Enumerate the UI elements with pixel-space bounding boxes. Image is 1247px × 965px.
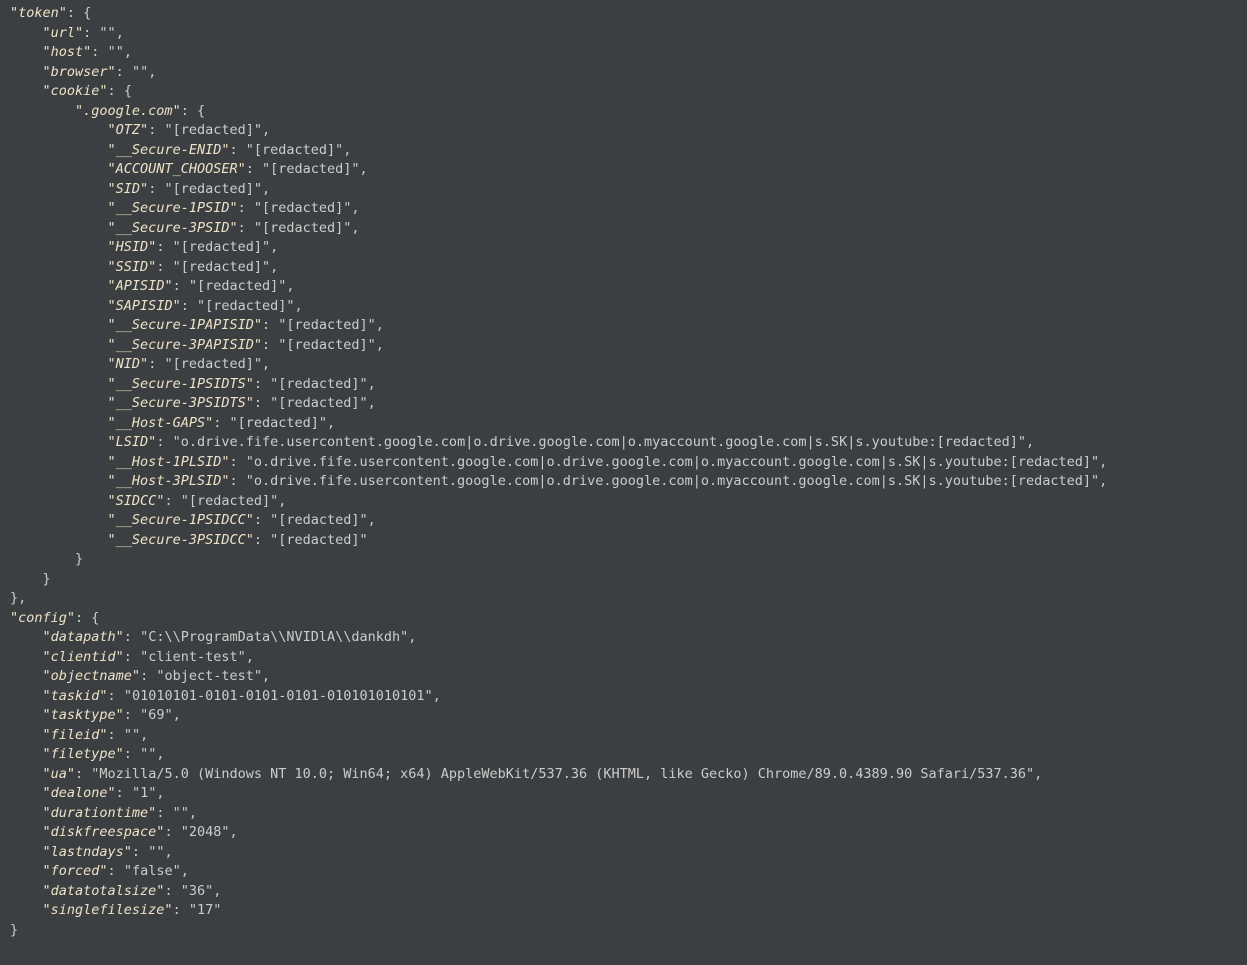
json-line: "lastndays": "", xyxy=(10,843,1237,863)
json-line: "__Secure-1PAPISID": "[redacted]", xyxy=(10,316,1237,336)
json-line: "browser": "", xyxy=(10,63,1237,83)
json-line: "SAPISID": "[redacted]", xyxy=(10,297,1237,317)
json-line: "singlefilesize": "17" xyxy=(10,901,1237,921)
json-config-open: "config": { xyxy=(10,609,1237,629)
json-line: "tasktype": "69", xyxy=(10,706,1237,726)
json-line: "HSID": "[redacted]", xyxy=(10,238,1237,258)
json-line: "objectname": "object-test", xyxy=(10,667,1237,687)
json-line: "__Secure-1PSIDCC": "[redacted]", xyxy=(10,511,1237,531)
json-line: "__Secure-3PSIDTS": "[redacted]", xyxy=(10,394,1237,414)
json-line: "__Secure-3PAPISID": "[redacted]", xyxy=(10,336,1237,356)
json-line: "__Secure-1PSID": "[redacted]", xyxy=(10,199,1237,219)
json-line: "__Secure-1PSIDTS": "[redacted]", xyxy=(10,375,1237,395)
json-line: "dealone": "1", xyxy=(10,784,1237,804)
json-line: "NID": "[redacted]", xyxy=(10,355,1237,375)
json-line: "SIDCC": "[redacted]", xyxy=(10,492,1237,512)
json-line: "url": "", xyxy=(10,24,1237,44)
json-token-open: "token": { xyxy=(10,4,1237,24)
json-line: "ua": "Mozilla/5.0 (Windows NT 10.0; Win… xyxy=(10,765,1237,785)
json-line: "OTZ": "[redacted]", xyxy=(10,121,1237,141)
json-token-close: }, xyxy=(10,589,1237,609)
json-line: "datapath": "C:\\ProgramData\\NVIDlA\\da… xyxy=(10,628,1237,648)
json-line: "fileid": "", xyxy=(10,726,1237,746)
json-config-close: } xyxy=(10,921,1237,941)
json-line: "taskid": "01010101-0101-0101-0101-01010… xyxy=(10,687,1237,707)
json-line: "SID": "[redacted]", xyxy=(10,180,1237,200)
json-line: "diskfreespace": "2048", xyxy=(10,823,1237,843)
json-line: "forced": "false", xyxy=(10,862,1237,882)
json-line: "host": "", xyxy=(10,43,1237,63)
json-line: } xyxy=(10,570,1237,590)
json-line: ".google.com": { xyxy=(10,102,1237,122)
json-line: "durationtime": "", xyxy=(10,804,1237,824)
json-line: "filetype": "", xyxy=(10,745,1237,765)
json-line: "__Host-3PLSID": "o.drive.fife.userconte… xyxy=(10,472,1237,492)
json-line: "__Secure-ENID": "[redacted]", xyxy=(10,141,1237,161)
json-line: "__Host-GAPS": "[redacted]", xyxy=(10,414,1237,434)
json-line: "cookie": { xyxy=(10,82,1237,102)
json-line: "LSID": "o.drive.fife.usercontent.google… xyxy=(10,433,1237,453)
json-line: "__Secure-3PSID": "[redacted]", xyxy=(10,219,1237,239)
json-line: "clientid": "client-test", xyxy=(10,648,1237,668)
json-line: "APISID": "[redacted]", xyxy=(10,277,1237,297)
json-editor[interactable]: "token": { "url": "", "host": "", "brows… xyxy=(0,0,1247,958)
json-line: "datatotalsize": "36", xyxy=(10,882,1237,902)
json-line: "ACCOUNT_CHOOSER": "[redacted]", xyxy=(10,160,1237,180)
json-line: "SSID": "[redacted]", xyxy=(10,258,1237,278)
json-line: } xyxy=(10,550,1237,570)
json-line: "__Secure-3PSIDCC": "[redacted]" xyxy=(10,531,1237,551)
json-line: "__Host-1PLSID": "o.drive.fife.userconte… xyxy=(10,453,1237,473)
